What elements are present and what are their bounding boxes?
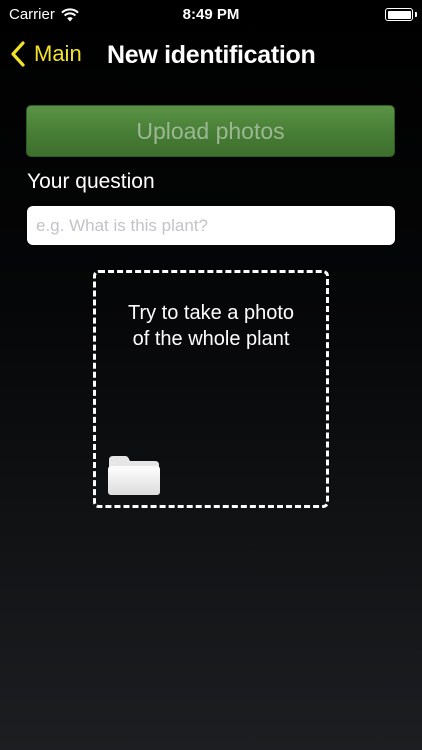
photo-hint-line-2: of the whole plant [132,328,290,350]
back-button[interactable]: Main [10,41,82,67]
photo-drop-area[interactable]: Try to take a photo of the whole plant [93,270,329,508]
photo-hint: Try to take a photo of the whole plant [96,300,326,352]
photo-hint-line-1: Try to take a photo [127,302,294,324]
page-title: New identification [107,41,316,69]
status-time: 8:49 PM [182,6,240,23]
status-bar: Carrier 8:49 PM [0,0,422,30]
question-input[interactable] [27,206,395,245]
battery-level [387,10,411,19]
back-button-label: Main [34,41,82,66]
battery-icon [385,8,417,21]
question-label: Your question [27,170,155,193]
folder-icon[interactable] [107,454,161,496]
navigation-bar: Main New identification [0,30,422,82]
upload-photos-button[interactable]: Upload photos [26,105,395,157]
chevron-left-icon [11,41,25,67]
